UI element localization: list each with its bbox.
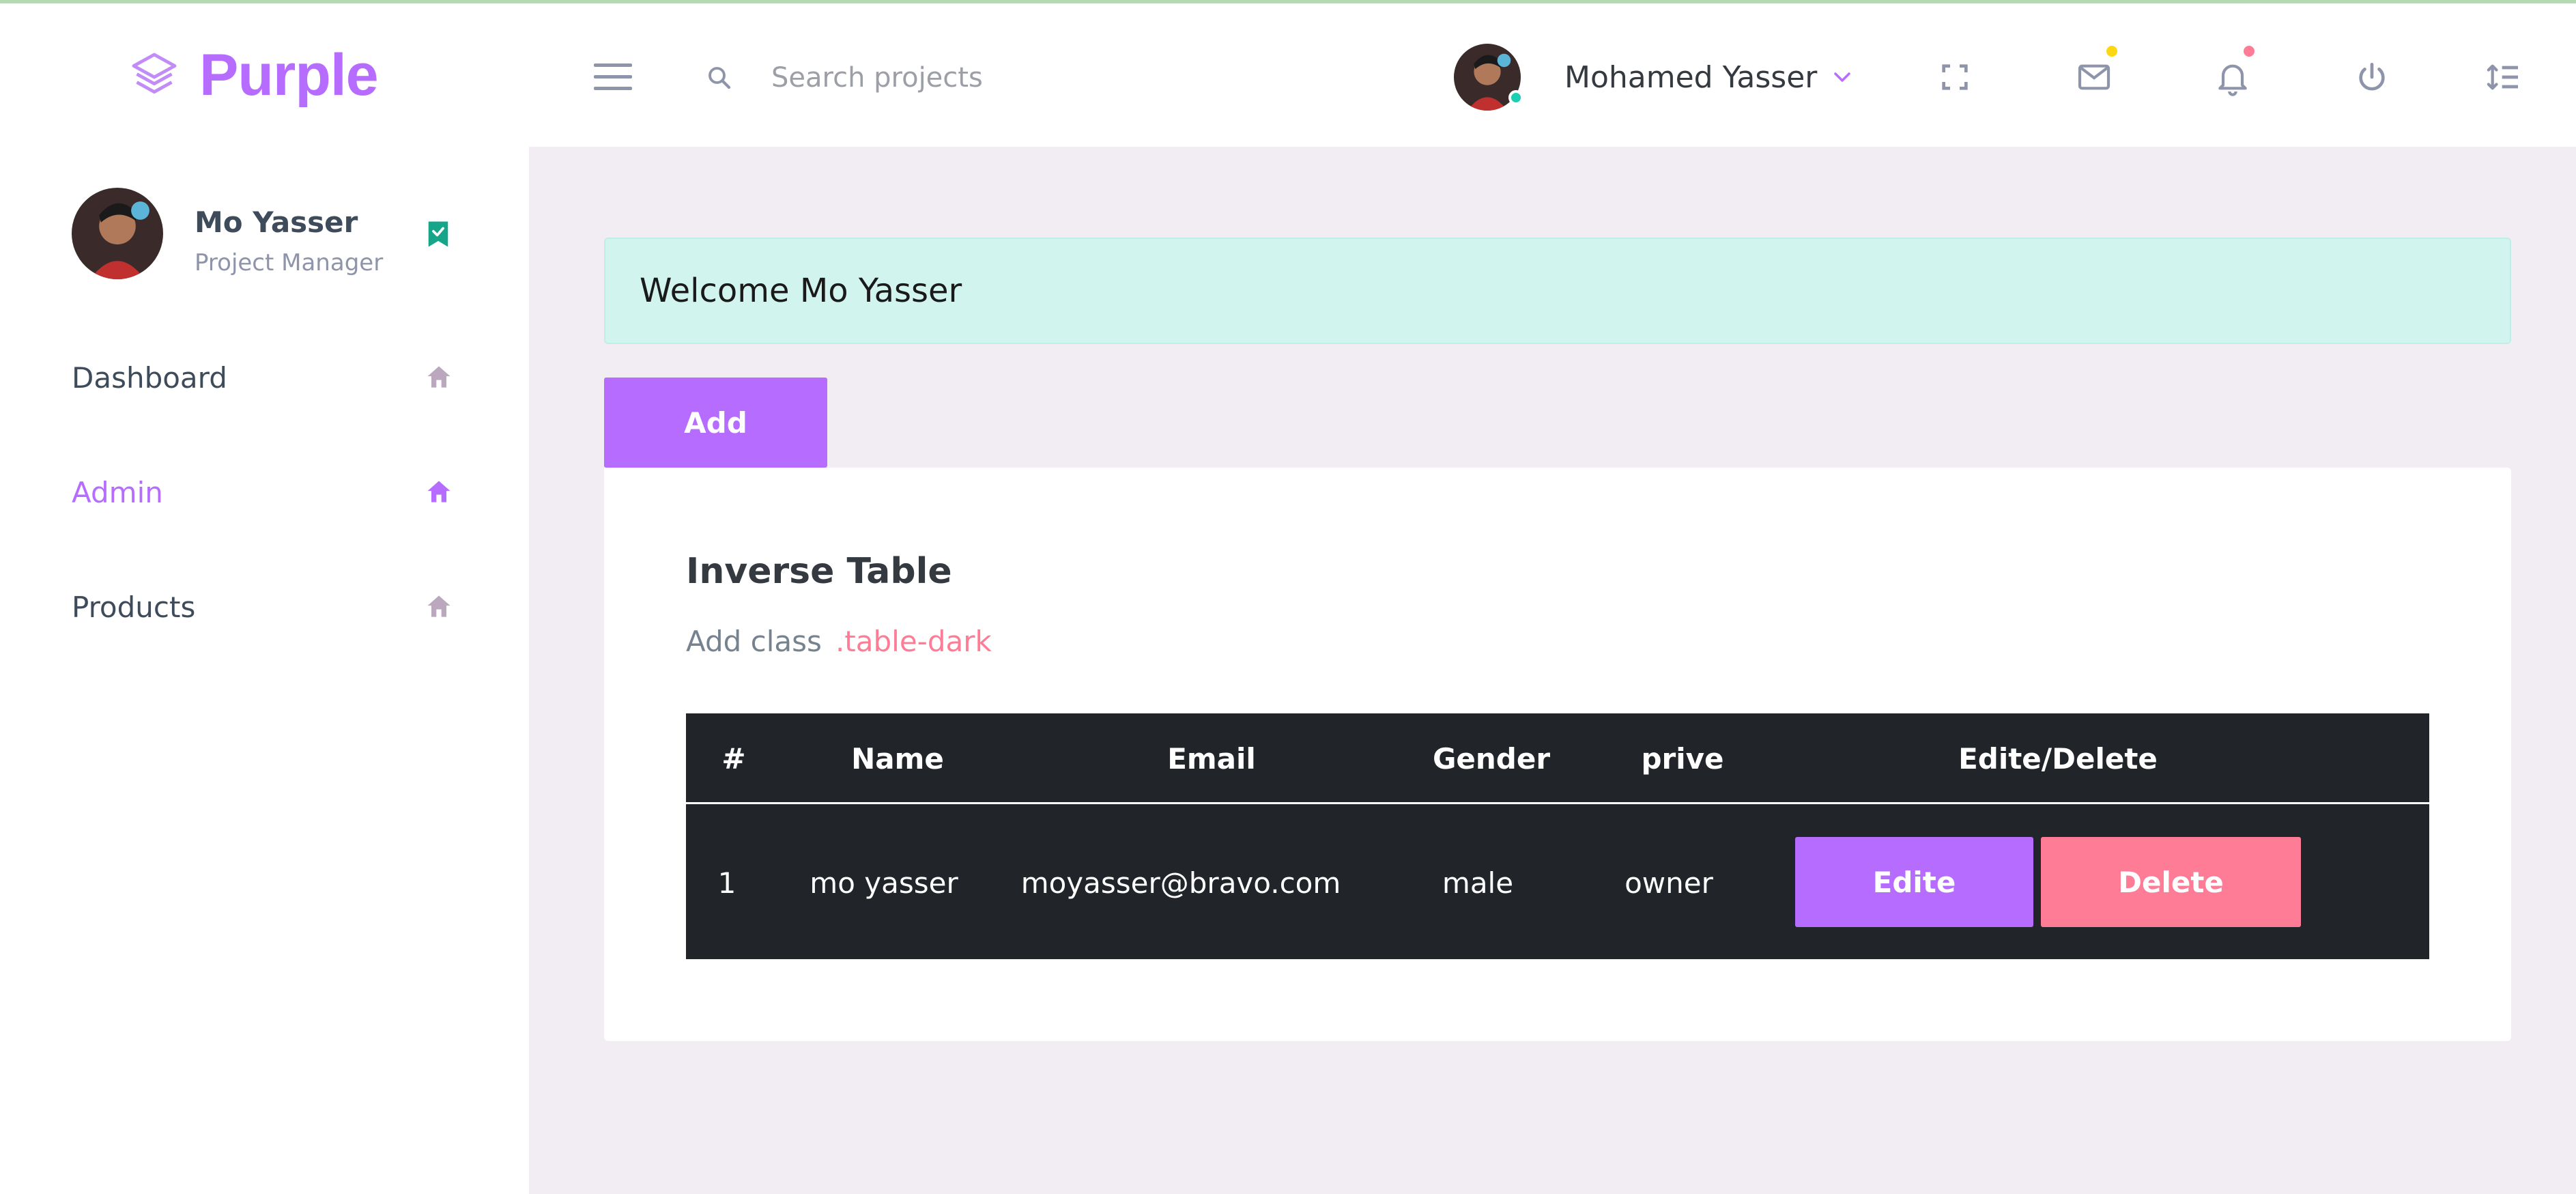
profile-name: Mohamed Yasser [1564, 59, 1818, 95]
welcome-text: Welcome Mo Yasser [640, 272, 962, 310]
mail-notification-dot [2106, 46, 2117, 57]
sidebar-user-role: Project Manager [195, 249, 384, 276]
welcome-alert: Welcome Mo Yasser [604, 238, 2511, 344]
sidebar: Mo Yasser Project Manager Dashboard Admi… [0, 147, 529, 1194]
cell-gender: male [1442, 866, 1514, 900]
bell-icon [2218, 64, 2247, 96]
cell-prive: owner [1625, 866, 1713, 900]
sidebar-item-label: Dashboard [72, 360, 227, 395]
sidebar-item-dashboard[interactable]: Dashboard [72, 350, 454, 405]
format-line-spacing-icon[interactable] [2485, 58, 2523, 96]
sidebar-user-name: Mo Yasser [195, 205, 358, 239]
table-header: # Name Email Gender prive Edite/Delete [686, 713, 2429, 804]
chevron-down-icon [1834, 72, 1851, 82]
delete-button[interactable]: Delete [2041, 837, 2301, 927]
online-status-dot [1508, 90, 1523, 105]
home-icon [427, 366, 450, 388]
notifications-button[interactable] [2214, 46, 2255, 96]
add-button[interactable]: Add [604, 378, 827, 468]
card-code: .table-dark [835, 625, 992, 658]
table-card: Inverse Table Add class .table-dark # Nam… [604, 468, 2511, 1041]
column-header-actions: Edite/Delete [1958, 742, 2158, 776]
fullscreen-icon[interactable] [1936, 58, 1974, 96]
cell-name: mo yasser [810, 866, 958, 900]
card-description: Add class .table-dark [686, 625, 992, 658]
search-icon [709, 67, 731, 89]
bookmark-check-icon [428, 221, 448, 247]
layers-icon [132, 53, 177, 94]
column-header-email: Email [1167, 742, 1256, 776]
card-description-text: Add class [686, 625, 822, 658]
mail-icon [2078, 64, 2110, 90]
home-icon [427, 595, 450, 617]
edit-button[interactable]: Edite [1795, 837, 2033, 927]
sidebar-item-label: Products [72, 590, 196, 624]
brand-name: Purple [199, 42, 379, 108]
home-icon [427, 481, 450, 502]
sidebar-item-label: Admin [72, 475, 163, 509]
column-header-prive: prive [1641, 742, 1724, 776]
card-title: Inverse Table [686, 551, 952, 592]
sidebar-item-admin[interactable]: Admin [72, 465, 454, 520]
profile-dropdown[interactable]: Mohamed Yasser [1454, 42, 1851, 113]
top-navbar: Purple Mohamed Yasser [0, 3, 2576, 147]
column-header-gender: Gender [1432, 742, 1551, 776]
cell-id: 1 [717, 866, 736, 900]
cell-email: moyasser@bravo.com [1020, 866, 1341, 900]
brand-logo[interactable]: Purple [130, 42, 379, 108]
search-input[interactable] [771, 57, 1181, 99]
avatar [72, 188, 163, 279]
menu-icon[interactable] [594, 63, 632, 91]
column-header-id: # [721, 742, 746, 776]
users-table: # Name Email Gender prive Edite/Delete 1… [686, 713, 2429, 959]
mail-button[interactable] [2075, 46, 2117, 96]
bell-notification-dot [2244, 46, 2255, 57]
sidebar-profile[interactable]: Mo Yasser Project Manager [72, 188, 481, 283]
sidebar-item-products[interactable]: Products [72, 580, 454, 634]
power-icon[interactable] [2353, 58, 2391, 96]
column-header-name: Name [851, 742, 944, 776]
avatar [1454, 44, 1523, 111]
